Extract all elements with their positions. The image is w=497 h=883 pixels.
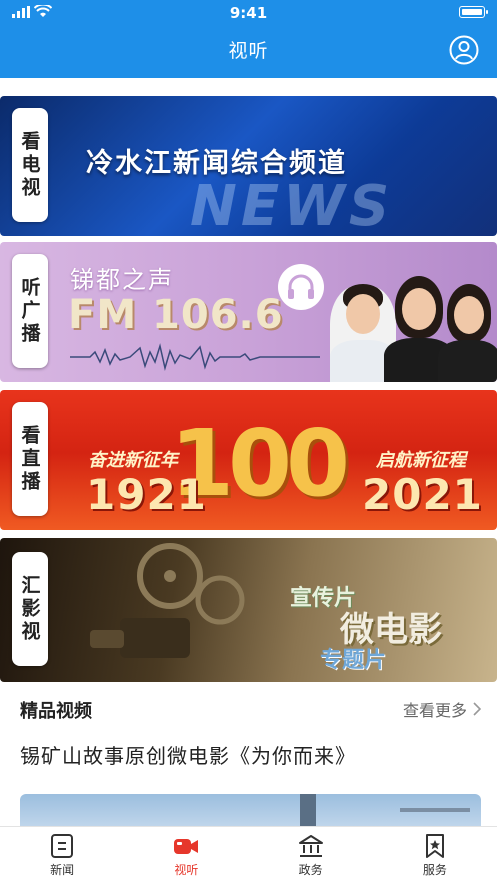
banner-slogan-left: 奋进新征年 bbox=[88, 450, 178, 471]
banner-year-end: 2021 bbox=[362, 470, 483, 519]
app-header: 9:41 视听 bbox=[0, 0, 497, 78]
view-more-link[interactable]: 查看更多 bbox=[403, 697, 481, 721]
status-time: 9:41 bbox=[229, 4, 268, 22]
news-icon bbox=[51, 834, 74, 858]
banner-year-start: 1921 bbox=[86, 470, 207, 519]
tab-audiovisual-label: 视听 bbox=[174, 863, 199, 877]
film-projector-graphic bbox=[90, 543, 245, 658]
tab-audiovisual[interactable]: 视听 bbox=[124, 827, 248, 883]
headphones-icon bbox=[278, 264, 324, 310]
banner-radio-name: 锑都之声 bbox=[70, 266, 174, 294]
tab-news-label: 新闻 bbox=[50, 863, 75, 877]
tab-government-label: 政务 bbox=[298, 863, 323, 877]
banner-label-listen-radio: 听广播 bbox=[12, 254, 48, 368]
banner-news-overlay: NEWS bbox=[190, 174, 394, 236]
banner-film-collection[interactable]: 汇影视 宣传片 微电影 专题片 bbox=[0, 538, 497, 682]
bookmark-star-icon bbox=[425, 834, 444, 858]
banner-slogan-right: 启航新征程 bbox=[376, 450, 466, 471]
tab-government[interactable]: 政务 bbox=[249, 827, 373, 883]
bottom-tab-bar: 新闻 视听 政务 服务 bbox=[0, 826, 497, 883]
view-more-label: 查看更多 bbox=[402, 701, 467, 720]
banner-listen-radio[interactable]: 听广播 锑都之声 FM 106.6 bbox=[0, 242, 497, 382]
banner-label-film: 汇影视 bbox=[12, 552, 48, 666]
tab-services-label: 服务 bbox=[422, 863, 447, 877]
status-bar: 9:41 bbox=[0, 0, 497, 24]
page-title: 视听 bbox=[228, 40, 269, 62]
video-title[interactable]: 锡矿山故事原创微电影《为你而来》 bbox=[20, 740, 356, 769]
video-camera-icon bbox=[174, 839, 199, 854]
tab-news[interactable]: 新闻 bbox=[0, 827, 124, 883]
banner-label-watch-tv: 看电视 bbox=[12, 108, 48, 222]
banner-documentary: 专题片 bbox=[320, 648, 387, 673]
user-circle-icon[interactable] bbox=[449, 35, 479, 65]
sound-wave-graphic bbox=[70, 343, 320, 371]
battery-icon bbox=[459, 6, 488, 18]
tab-services[interactable]: 服务 bbox=[373, 827, 497, 883]
chevron-right-icon bbox=[473, 702, 481, 716]
banner-watch-tv[interactable]: NEWS 看电视 冷水江新闻综合频道 bbox=[0, 96, 497, 236]
banner-radio-frequency: FM 106.6 bbox=[68, 292, 284, 338]
host-photo-3 bbox=[438, 284, 497, 382]
banner-watch-live[interactable]: 看直播 奋进新征年 启航新征程 100 1921 2021 bbox=[0, 390, 497, 530]
section-title: 精品视频 bbox=[20, 701, 92, 722]
banner-label-watch-live: 看直播 bbox=[12, 402, 48, 516]
banner-title-channel: 冷水江新闻综合频道 bbox=[86, 148, 347, 179]
government-building-icon bbox=[298, 835, 323, 857]
